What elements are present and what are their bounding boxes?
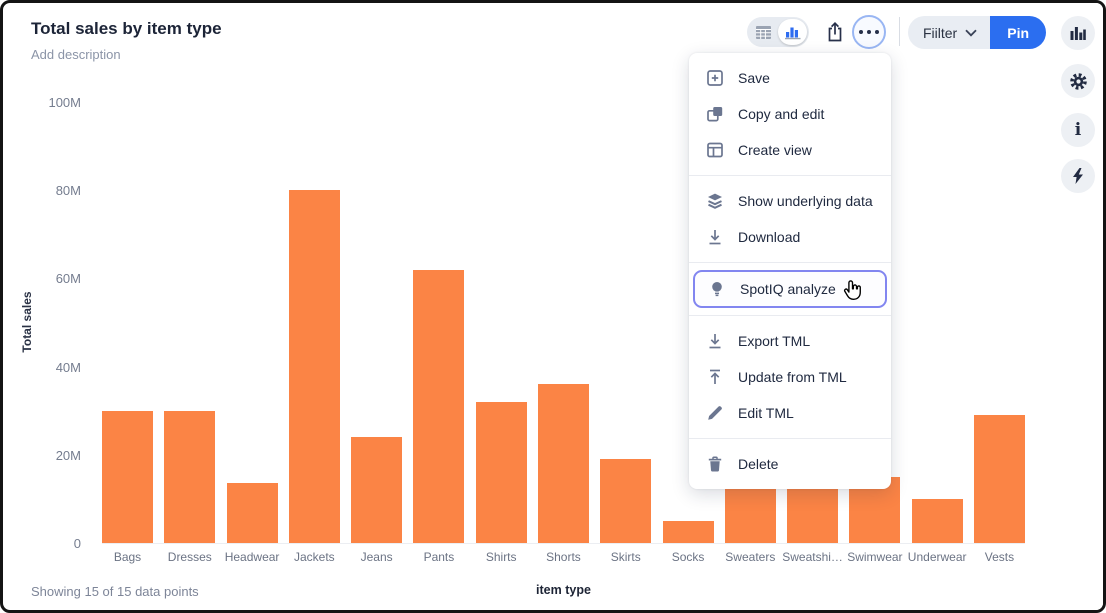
x-axis-labels: Bags Dresses Headwear Jackets Jeans Pants Shir…	[102, 550, 1025, 566]
x-tick-label: Headwear	[227, 550, 278, 566]
download-icon	[705, 331, 725, 351]
pin-label: Pin	[1007, 25, 1029, 41]
x-tick-label: Jackets	[289, 550, 340, 566]
menu-item-show-underlying-data[interactable]: Show underlying data	[689, 183, 891, 219]
toolbar-divider	[899, 17, 900, 46]
x-tick-label: Shirts	[476, 550, 527, 566]
menu-item-create-view[interactable]: Create view	[689, 132, 891, 168]
x-tick-label: Jeans	[351, 550, 402, 566]
bar-pants[interactable]	[413, 102, 464, 543]
menu-label: SpotIQ analyze	[740, 281, 836, 297]
bar-shirts[interactable]	[476, 102, 527, 543]
y-axis-title: Total sales	[20, 272, 34, 372]
x-tick-label: Bags	[102, 550, 153, 566]
bar-jeans[interactable]	[351, 102, 402, 543]
bar-underwear[interactable]	[912, 102, 963, 543]
y-tick-label: 40M	[37, 360, 81, 375]
menu-label: Edit TML	[738, 405, 794, 421]
ellipsis-icon	[856, 30, 881, 34]
lightning-bolt-icon	[1070, 167, 1086, 185]
x-axis-title: item type	[102, 583, 1025, 597]
menu-item-copy-and-edit[interactable]: Copy and edit	[689, 96, 891, 132]
copy-icon	[705, 104, 725, 124]
x-tick-label: Skirts	[600, 550, 651, 566]
pin-button[interactable]: Pin	[990, 16, 1046, 49]
share-button[interactable]	[819, 16, 851, 48]
menu-item-save[interactable]: Save	[689, 60, 891, 96]
menu-item-download[interactable]: Download	[689, 219, 891, 255]
menu-label: Download	[738, 229, 800, 245]
upload-icon	[705, 367, 725, 387]
bar-chart-icon	[1069, 25, 1087, 42]
answer-window: Total sales by item type Add description	[0, 0, 1106, 613]
menu-item-spotiq-analyze[interactable]: SpotIQ analyze	[693, 270, 887, 308]
gear-icon	[1068, 71, 1089, 92]
more-options-button[interactable]	[852, 15, 886, 49]
menu-label: Show underlying data	[738, 193, 873, 209]
bar-dresses[interactable]	[164, 102, 215, 543]
data-points-count: Showing 15 of 15 data points	[31, 584, 199, 599]
x-tick-label: Sweaters	[725, 550, 776, 566]
info-icon: i	[1075, 122, 1081, 139]
y-tick-label: 100M	[37, 95, 81, 110]
hand-pointer-cursor	[841, 279, 864, 303]
chart-config-button[interactable]	[1061, 16, 1095, 50]
chevron-down-icon	[965, 29, 977, 37]
bar-shorts[interactable]	[538, 102, 589, 543]
bar-jackets[interactable]	[289, 102, 340, 543]
right-rail: i	[1056, 3, 1103, 610]
menu-label: Create view	[738, 142, 812, 158]
y-tick-label: 80M	[37, 183, 81, 198]
x-tick-label: Vests	[974, 550, 1025, 566]
chart-view-button[interactable]	[778, 19, 807, 45]
x-tick-label: Underwear	[912, 550, 963, 566]
menu-label: Copy and edit	[738, 106, 824, 122]
info-button[interactable]: i	[1061, 113, 1095, 147]
y-axis-ticks: 020M40M60M80M100M	[37, 102, 87, 543]
menu-item-export-tml[interactable]: Export TML	[689, 323, 891, 359]
bar-chart-icon	[784, 24, 802, 40]
filter-pin-group: Fiilter Pin	[908, 16, 1046, 49]
bar-bags[interactable]	[102, 102, 153, 543]
bar-skirts[interactable]	[600, 102, 651, 543]
x-tick-label: Sweatshi…	[787, 550, 838, 566]
create-view-icon	[705, 140, 725, 160]
filter-label: Fiilter	[923, 25, 957, 41]
menu-label: Export TML	[738, 333, 810, 349]
download-icon	[705, 227, 725, 247]
trash-icon	[705, 454, 725, 474]
bar-headwear[interactable]	[227, 102, 278, 543]
y-tick-label: 0	[37, 536, 81, 551]
add-description[interactable]: Add description	[31, 47, 121, 62]
more-options-menu: Save Copy and edit Creat	[689, 53, 891, 489]
x-tick-label: Swimwear	[849, 550, 900, 566]
pencil-icon	[705, 403, 725, 423]
save-icon	[705, 68, 725, 88]
share-icon	[824, 20, 846, 44]
x-tick-label: Pants	[413, 550, 464, 566]
menu-label: Update from TML	[738, 369, 847, 385]
lightbulb-icon	[707, 279, 727, 299]
layers-icon	[705, 191, 725, 211]
bar-vests[interactable]	[974, 102, 1025, 543]
table-icon	[755, 25, 772, 40]
settings-button[interactable]	[1061, 64, 1095, 98]
table-view-button[interactable]	[749, 19, 778, 45]
menu-item-delete[interactable]: Delete	[689, 446, 891, 482]
menu-item-edit-tml[interactable]: Edit TML	[689, 395, 891, 431]
menu-label: Save	[738, 70, 770, 86]
x-tick-label: Socks	[663, 550, 714, 566]
menu-item-update-from-tml[interactable]: Update from TML	[689, 359, 891, 395]
x-tick-label: Dresses	[164, 550, 215, 566]
menu-label: Delete	[738, 456, 778, 472]
y-tick-label: 20M	[37, 448, 81, 463]
view-toggle	[747, 17, 809, 47]
y-tick-label: 60M	[37, 271, 81, 286]
page-title: Total sales by item type	[31, 19, 222, 39]
filter-button[interactable]: Fiilter	[908, 16, 990, 49]
x-tick-label: Shorts	[538, 550, 589, 566]
spotiq-insights-button[interactable]	[1061, 159, 1095, 193]
